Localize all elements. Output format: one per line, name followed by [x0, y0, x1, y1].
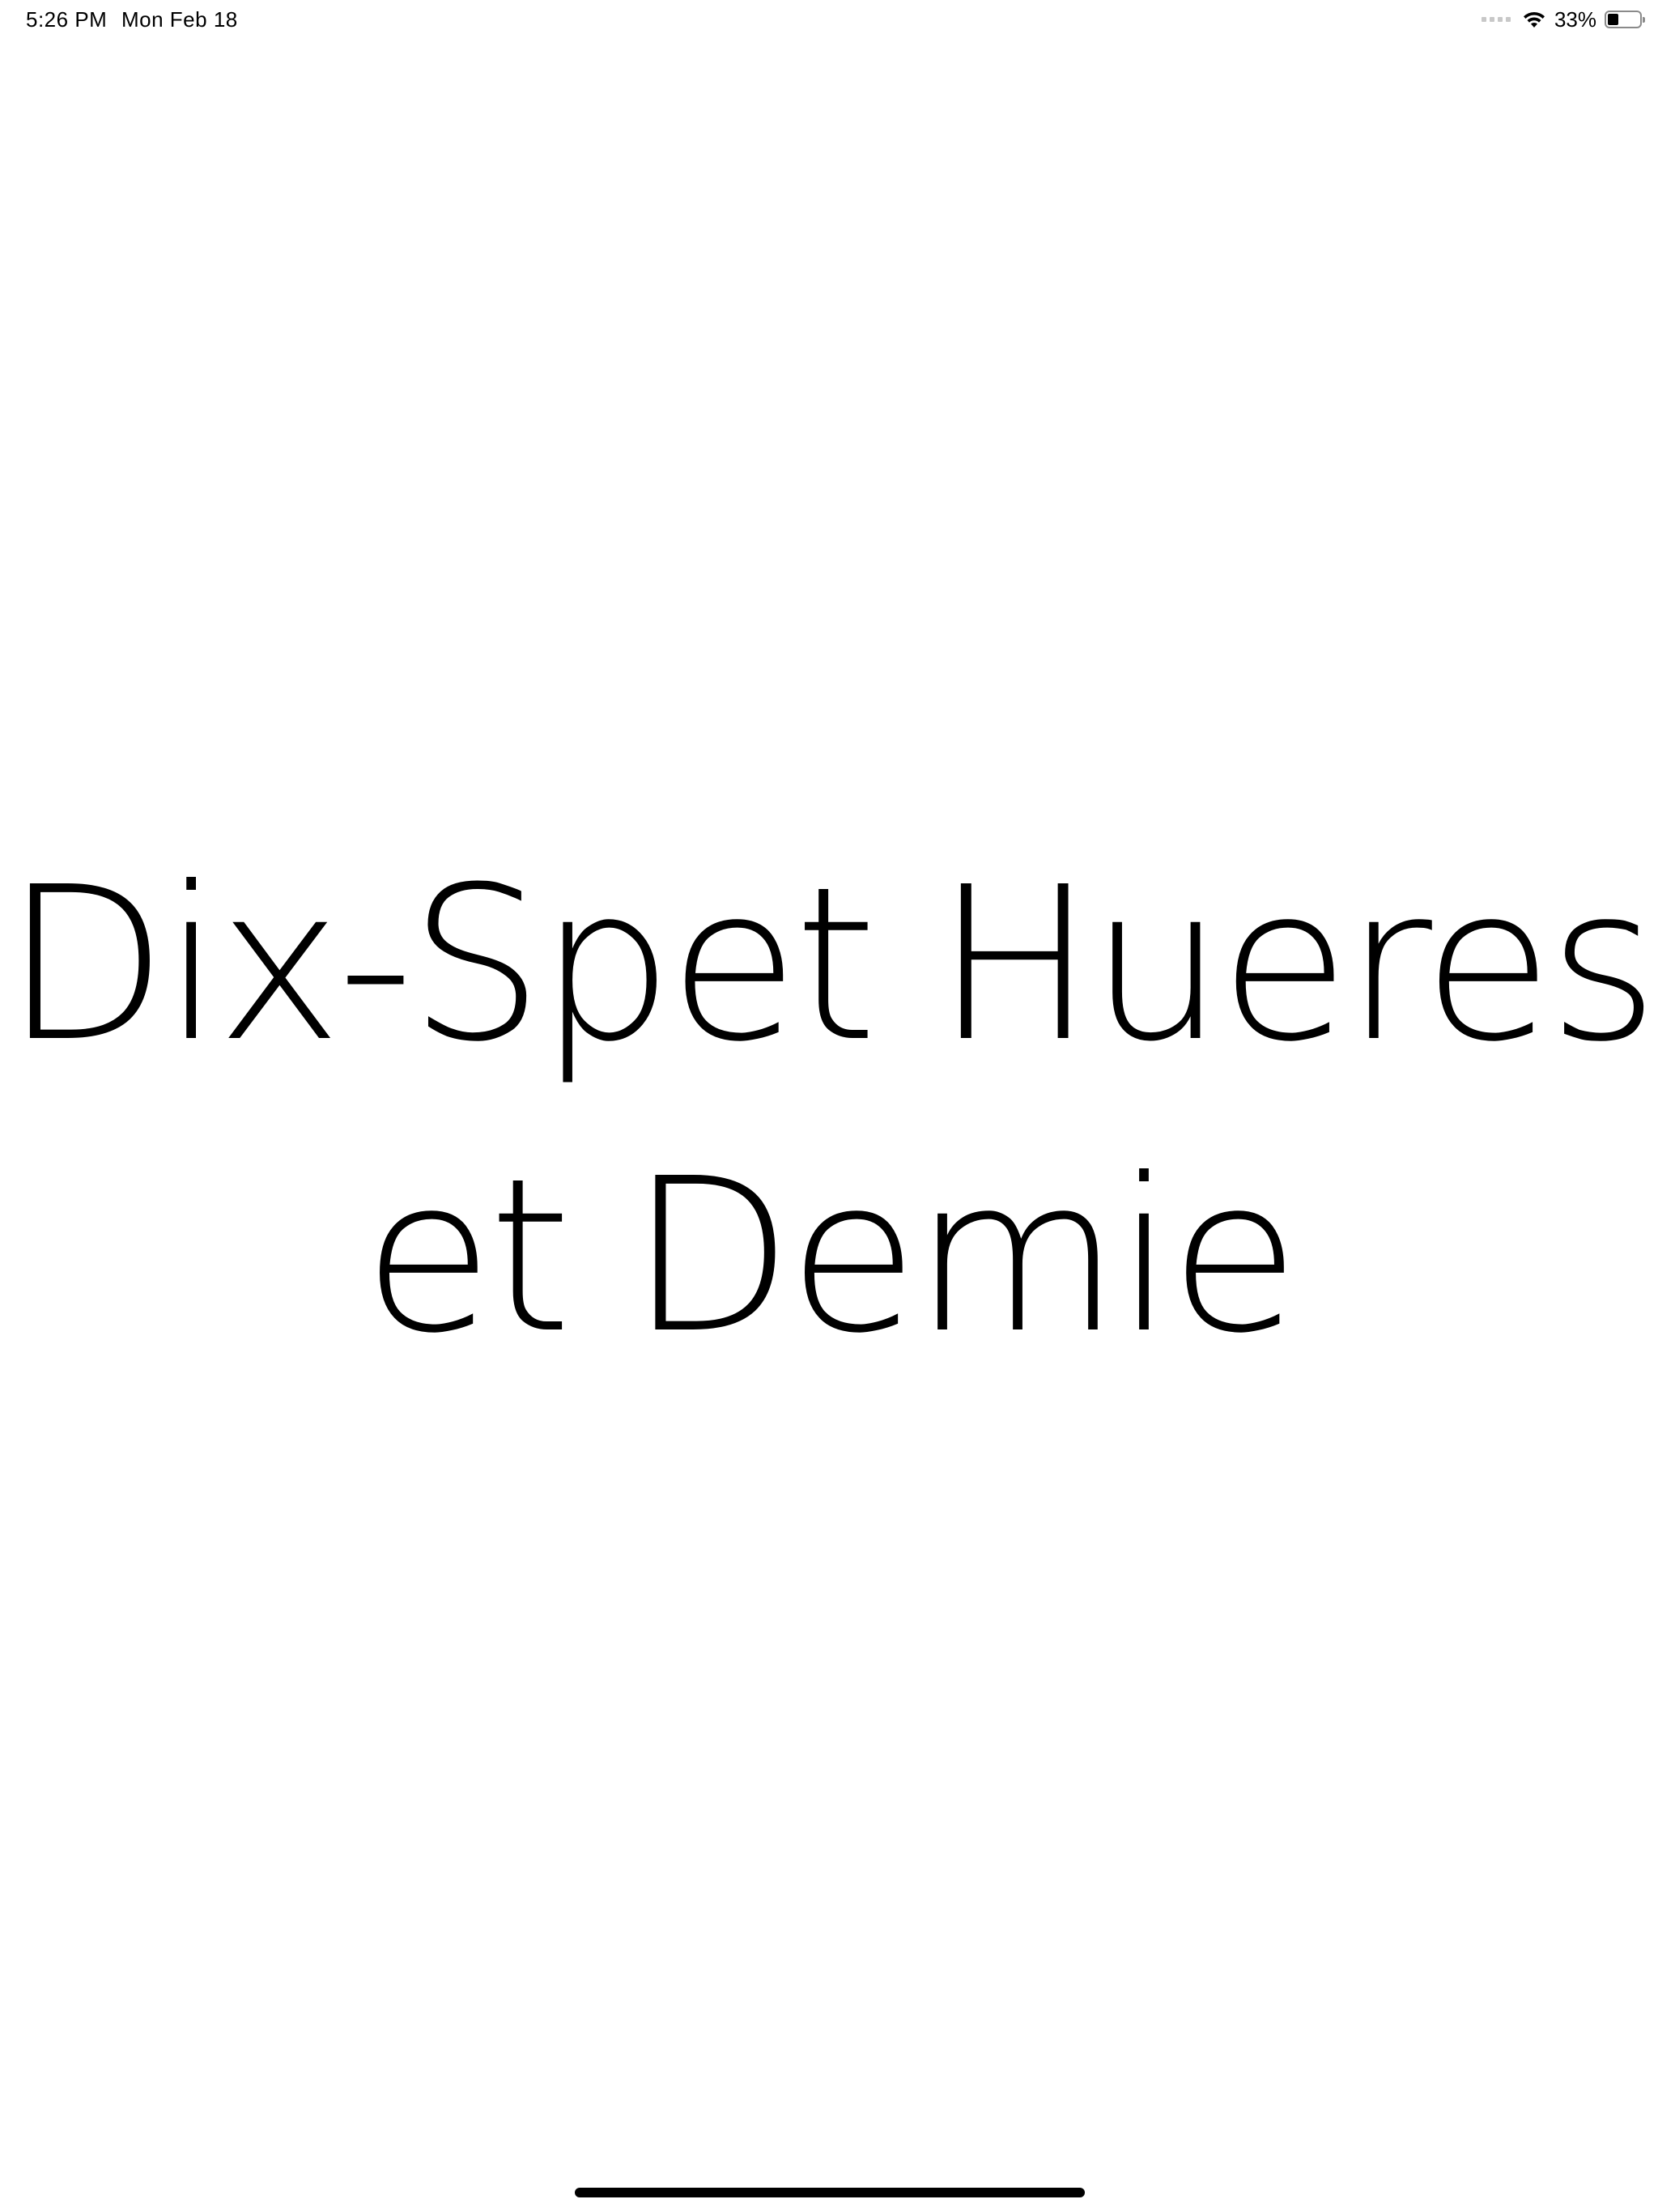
time-phrase-line-1: Dix-Spet Hueres	[4, 841, 1658, 1088]
time-phrase: Dix-Spet Hueres et Demie	[0, 819, 1658, 1402]
battery-percent: 33%	[1554, 7, 1596, 32]
status-date: Mon Feb 18	[121, 7, 238, 32]
status-time: 5:26 PM	[26, 7, 108, 32]
home-indicator[interactable]	[575, 2188, 1085, 2197]
battery-icon	[1605, 11, 1645, 28]
cellular-signal-icon	[1481, 17, 1511, 22]
battery-fill	[1608, 14, 1618, 25]
time-phrase-line-2: et Demie	[363, 1133, 1299, 1380]
status-bar: 5:26 PM Mon Feb 18 33%	[0, 0, 1658, 39]
wifi-icon	[1522, 11, 1546, 28]
status-indicators: 33%	[1481, 6, 1645, 33]
